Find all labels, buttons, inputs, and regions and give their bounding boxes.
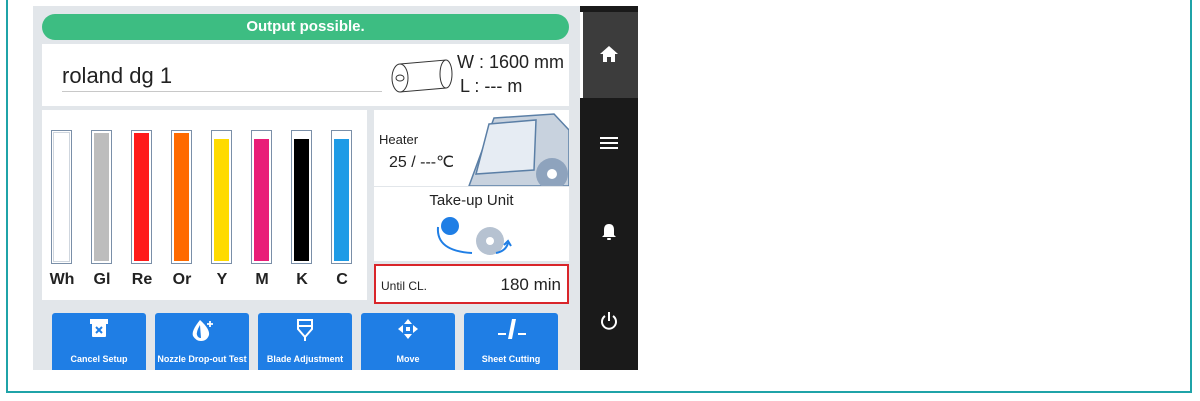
media-roll-icon: [391, 59, 453, 93]
blade-icon: [297, 319, 313, 341]
printer-name-field[interactable]: roland dg 1: [62, 58, 382, 92]
until-cl-value: 180 min: [500, 275, 561, 294]
home-icon: [600, 46, 618, 62]
ink-fill: [53, 132, 70, 262]
action-label: Blade Adjustment: [266, 354, 344, 364]
move-icon: [398, 319, 418, 339]
notifications-button[interactable]: [580, 190, 638, 276]
ink-cartridge-black: [291, 130, 312, 264]
ink-cartridge-red: [131, 130, 152, 264]
ink-label: Wh: [49, 271, 75, 288]
action-label: Move: [396, 354, 420, 364]
ink-cartridge-gray: [91, 130, 112, 264]
ink-label: Gl: [93, 271, 111, 288]
ink-label: Re: [131, 271, 153, 288]
ink-cartridge-orange: [171, 130, 192, 264]
heater-card[interactable]: Heater 25 / ---℃: [374, 110, 569, 186]
media-panel: roland dg 1 W : 1600 mm L : --- m: [42, 44, 569, 106]
takeup-unit-card[interactable]: Take-up Unit: [374, 187, 569, 261]
bell-icon: [602, 224, 616, 240]
home-button[interactable]: [580, 12, 638, 98]
ink-fill: [214, 139, 229, 261]
printer-panel-screen: Output possible. roland dg 1 W : 1600 mm…: [33, 6, 580, 370]
ink-cartridge-yellow: [211, 130, 232, 264]
ink-fill: [334, 139, 349, 261]
media-dimensions: W : 1600 mm L : --- m: [457, 50, 564, 98]
heater-temperature: 25 / ---℃: [389, 154, 455, 171]
ink-label: C: [336, 271, 348, 288]
status-bar: Output possible.: [42, 14, 569, 40]
menu-icon: [600, 137, 618, 149]
ink-label: K: [296, 271, 308, 288]
heater-title: Heater: [379, 132, 419, 147]
ink-fill: [294, 139, 309, 261]
takeup-illustration-icon: [436, 217, 512, 255]
cancel-setup-icon: [90, 319, 108, 337]
action-label: Cancel Setup: [70, 354, 128, 364]
move-button[interactable]: Move: [361, 313, 455, 370]
cancel-setup-button[interactable]: Cancel Setup: [52, 313, 146, 370]
until-cleaning-card[interactable]: Until CL. 180 min: [374, 264, 569, 304]
sheet-cutting-button[interactable]: Sheet Cutting: [464, 313, 558, 370]
heater-illustration-icon: [444, 110, 569, 186]
ink-label: Y: [216, 271, 228, 288]
sidebar: [580, 6, 638, 370]
ink-fill: [174, 133, 189, 261]
ink-label: Or: [172, 271, 192, 288]
ink-cartridge-white: [51, 130, 72, 264]
nozzle-drop-out-test-button[interactable]: Nozzle Drop-out Test: [155, 313, 249, 370]
ink-cartridge-magenta: [251, 130, 272, 264]
ink-fill: [94, 133, 109, 261]
width-label: W: [457, 52, 474, 72]
sheet-cutting-icon: [498, 319, 526, 339]
length-label: L: [460, 76, 470, 96]
ink-cartridge-cyan: [331, 130, 352, 264]
action-label: Nozzle Drop-out Test: [157, 354, 247, 364]
ink-status-panel[interactable]: Wh Gl Re Or Y M K C: [42, 110, 367, 300]
power-button[interactable]: [580, 279, 638, 365]
until-cl-label: Until CL.: [381, 279, 428, 293]
takeup-title: Take-up Unit: [429, 192, 514, 209]
ink-label: M: [255, 271, 269, 288]
power-icon: [601, 312, 617, 330]
width-value: : 1600 mm: [479, 52, 565, 72]
length-value: : --- m: [474, 76, 523, 96]
menu-button[interactable]: [580, 101, 638, 187]
blade-adjustment-button[interactable]: Blade Adjustment: [258, 313, 352, 370]
ink-fill: [254, 139, 269, 261]
ink-fill: [134, 133, 149, 261]
nozzle-test-icon: [192, 320, 213, 341]
action-label: Sheet Cutting: [481, 354, 541, 364]
